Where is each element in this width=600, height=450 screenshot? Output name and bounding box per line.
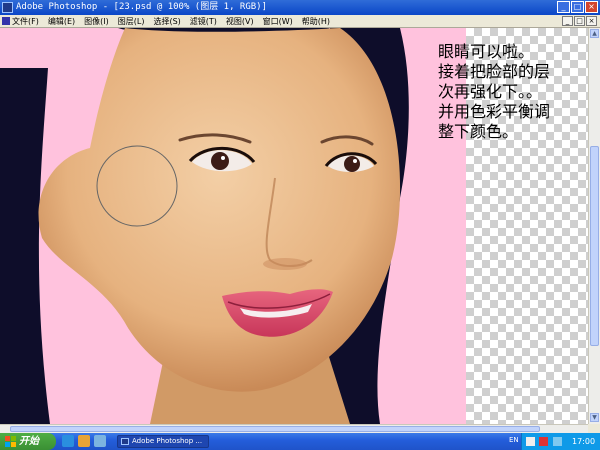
taskbar: 开始 Adobe Photoshop ... EN 17:00 bbox=[0, 433, 600, 450]
title-bar[interactable]: Adobe Photoshop - [23.psd @ 100% (图层 1, … bbox=[0, 0, 600, 15]
menu-help[interactable]: 帮助(H) bbox=[302, 16, 330, 27]
menu-edit[interactable]: 编辑(E) bbox=[48, 16, 75, 27]
menu-select[interactable]: 选择(S) bbox=[153, 16, 180, 27]
help-tray-icon[interactable] bbox=[526, 437, 535, 446]
menu-file[interactable]: 文件(F) bbox=[12, 16, 39, 27]
hair-left bbox=[0, 68, 50, 424]
menu-layer[interactable]: 图层(L) bbox=[118, 16, 145, 27]
photoshop-app-icon bbox=[2, 2, 13, 13]
network-tray-icon[interactable] bbox=[553, 437, 562, 446]
window-title: Adobe Photoshop - [23.psd @ 100% (图层 1, … bbox=[16, 2, 267, 12]
vertical-scroll-thumb[interactable] bbox=[590, 146, 599, 346]
note-line: 并用色彩平衡调 bbox=[438, 102, 551, 121]
system-tray: 17:00 bbox=[521, 433, 600, 450]
face bbox=[38, 28, 401, 392]
note-line: 次再强化下。。 bbox=[438, 82, 543, 101]
start-button[interactable]: 开始 bbox=[0, 433, 56, 450]
horizontal-scroll-thumb[interactable] bbox=[10, 426, 540, 432]
note-line: 接着把脸部的层 bbox=[438, 62, 551, 81]
maximize-button[interactable]: □ bbox=[571, 1, 584, 13]
menu-image[interactable]: 图像(I) bbox=[84, 16, 109, 27]
note-line: 整下颜色。 bbox=[438, 122, 519, 141]
document-canvas[interactable]: 眼睛可以啦。 接着把脸部的层 次再强化下。。 并用色彩平衡调 整下颜色。 bbox=[0, 28, 588, 424]
doc-close-button[interactable]: × bbox=[586, 16, 597, 26]
tutorial-note: 眼睛可以啦。 接着把脸部的层 次再强化下。。 并用色彩平衡调 整下颜色。 bbox=[438, 42, 583, 142]
note-line: 眼睛可以啦。 bbox=[438, 42, 535, 61]
windows-logo-icon bbox=[5, 436, 16, 447]
document-icon[interactable] bbox=[2, 17, 10, 25]
doc-restore-button[interactable]: □ bbox=[574, 16, 585, 26]
doc-minimize-button[interactable]: _ bbox=[562, 16, 573, 26]
menu-window[interactable]: 窗口(W) bbox=[263, 16, 293, 27]
clock[interactable]: 17:00 bbox=[572, 433, 595, 450]
photoshop-task-icon bbox=[121, 438, 129, 445]
ie-quicklaunch-icon[interactable] bbox=[62, 435, 74, 447]
scroll-up-arrow[interactable]: ▲ bbox=[590, 29, 599, 38]
vertical-scrollbar[interactable]: ▲ ▼ bbox=[588, 28, 600, 424]
right-eye-highlight bbox=[353, 159, 357, 163]
firefox-quicklaunch-icon[interactable] bbox=[78, 435, 90, 447]
horizontal-scrollbar[interactable] bbox=[0, 424, 588, 433]
close-button[interactable]: × bbox=[585, 1, 598, 13]
right-iris bbox=[344, 156, 360, 172]
nose-shadow bbox=[263, 258, 307, 270]
desktop-quicklaunch-icon[interactable] bbox=[94, 435, 106, 447]
security-tray-icon[interactable] bbox=[539, 437, 548, 446]
menu-view[interactable]: 视图(V) bbox=[226, 16, 254, 27]
left-iris bbox=[211, 152, 229, 170]
scroll-down-arrow[interactable]: ▼ bbox=[590, 413, 599, 422]
left-eye-highlight bbox=[221, 156, 225, 160]
taskbar-photoshop-button[interactable]: Adobe Photoshop ... bbox=[117, 435, 209, 448]
minimize-button[interactable]: _ bbox=[557, 1, 570, 13]
task-label: Adobe Photoshop ... bbox=[132, 437, 203, 445]
start-label: 开始 bbox=[19, 436, 39, 447]
menu-bar: 文件(F) 编辑(E) 图像(I) 图层(L) 选择(S) 滤镜(T) 视图(V… bbox=[0, 15, 600, 28]
menu-filter[interactable]: 滤镜(T) bbox=[190, 16, 217, 27]
scrollbar-corner bbox=[588, 424, 600, 433]
language-indicator[interactable]: EN bbox=[509, 436, 519, 444]
